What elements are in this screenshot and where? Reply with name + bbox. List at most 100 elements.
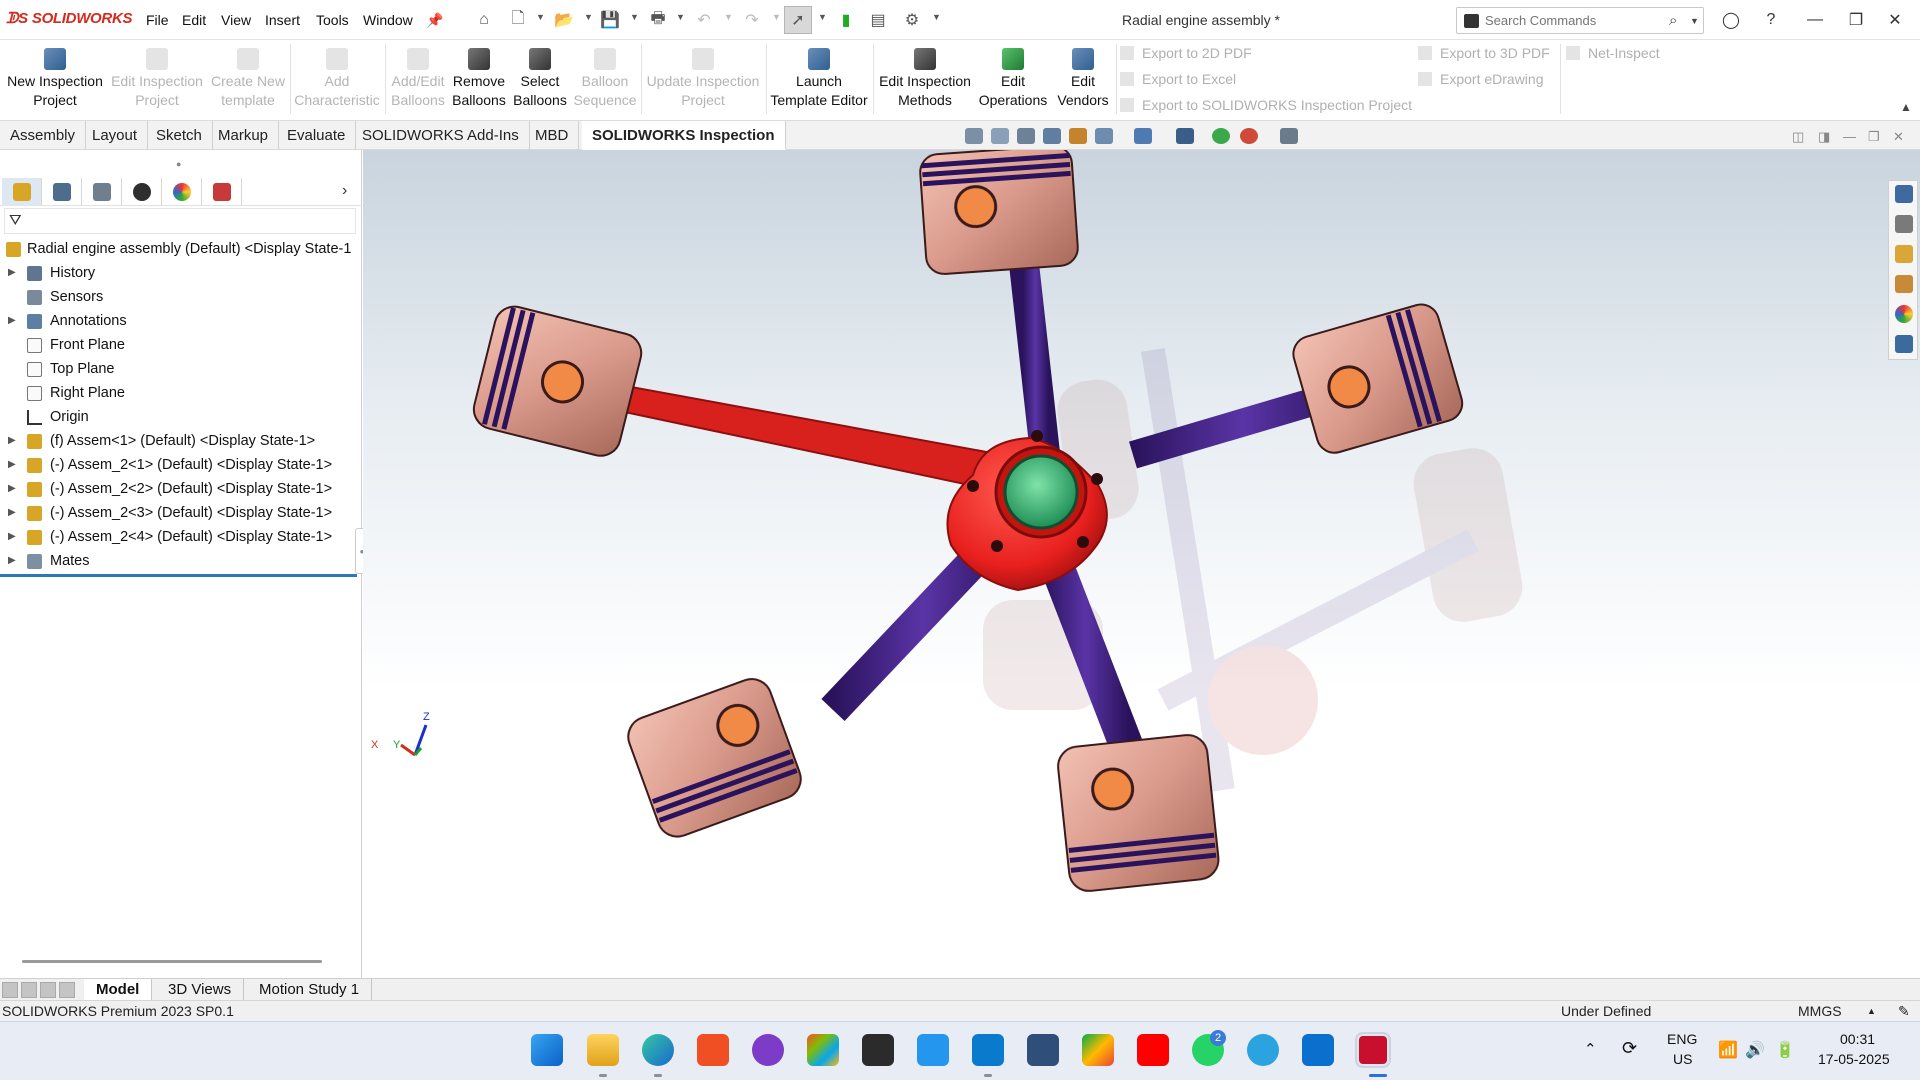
edit-inspection-project-button[interactable]: Edit Inspection Project (110, 44, 204, 110)
previous-view-icon[interactable] (1017, 128, 1035, 144)
expand-arrow-icon[interactable]: ▶ (8, 261, 16, 285)
solidworks-icon[interactable] (1357, 1034, 1389, 1066)
file-explorer-icon[interactable] (1895, 245, 1913, 263)
redo-icon[interactable]: ↷ (740, 8, 764, 32)
expand-arrow-icon[interactable]: ▶ (8, 549, 16, 573)
units-caret-icon[interactable]: ▲ (1867, 1001, 1876, 1022)
vscode-icon[interactable] (972, 1034, 1004, 1066)
select-cursor-icon[interactable]: ➚ (784, 6, 812, 34)
search-input[interactable] (1485, 11, 1665, 30)
expand-arrow-icon[interactable]: ▶ (8, 501, 16, 525)
view-palette-icon[interactable] (1895, 275, 1913, 293)
tree-item-mates[interactable]: ▶ Mates (0, 549, 362, 573)
tab-add-ins[interactable]: SOLIDWORKS Add-Ins (352, 121, 530, 150)
menu-view[interactable]: View (221, 12, 251, 28)
select-balloons-button[interactable]: Select Balloons (512, 44, 568, 110)
chevron-down-icon[interactable]: ▼ (676, 12, 685, 22)
doc-restore-button[interactable]: ❐ (1868, 129, 1880, 145)
tab-model[interactable]: Model (84, 979, 153, 1001)
tab-configuration-manager[interactable] (82, 178, 122, 206)
microsoft-store-icon[interactable] (807, 1034, 839, 1066)
tree-item-assem2-4[interactable]: ▶ (-) Assem_2<4> (Default) <Display Stat… (0, 525, 362, 549)
doc-minimize-button[interactable]: — (1843, 129, 1856, 144)
file-properties-icon[interactable]: ▤ (866, 8, 890, 32)
next-tab-icon[interactable] (40, 982, 56, 998)
apply-scene-icon[interactable] (1240, 128, 1258, 144)
chevron-down-icon[interactable]: ▼ (536, 12, 545, 22)
sync-icon[interactable]: ⟳ (1622, 1038, 1637, 1059)
tab-solidworks-inspection[interactable]: SOLIDWORKS Inspection (582, 121, 786, 150)
tree-item-assem-1[interactable]: ▶ (f) Assem<1> (Default) <Display State-… (0, 429, 362, 453)
home-icon[interactable] (1895, 185, 1913, 203)
first-tab-icon[interactable] (2, 982, 18, 998)
view-settings-icon[interactable] (1280, 128, 1298, 144)
new-inspection-project-button[interactable]: New Inspection Project (4, 44, 106, 110)
expand-arrow-icon[interactable]: ▶ (8, 453, 16, 477)
menu-edit[interactable]: Edit (182, 12, 206, 28)
restore-button[interactable]: ❐ (1841, 8, 1871, 32)
expand-arrow-icon[interactable]: ▶ (8, 477, 16, 501)
balloon-sequence-button[interactable]: Balloon Sequence (572, 44, 638, 110)
menu-tools[interactable]: Tools (316, 12, 349, 28)
solidworks-logo[interactable]: ᗫS SOLIDWORKS (6, 10, 133, 27)
rebuild-status-icon[interactable]: ✎ (1898, 1001, 1910, 1022)
horizontal-scrollbar[interactable] (22, 960, 322, 963)
search-commands-box[interactable]: ⌕ ▼ (1456, 7, 1704, 34)
tab-evaluate[interactable]: Evaluate (277, 121, 357, 150)
chevron-down-icon[interactable]: ▼ (818, 12, 827, 22)
tab-inspection-tree[interactable] (202, 178, 242, 206)
terminal-icon[interactable] (862, 1034, 894, 1066)
add-edit-balloons-button[interactable]: Add/Edit Balloons (388, 44, 448, 110)
chevron-right-icon[interactable]: › (342, 182, 347, 200)
tree-item-front-plane[interactable]: Front Plane (0, 333, 362, 357)
print-icon[interactable]: 🖶 (646, 8, 670, 32)
tree-item-right-plane[interactable]: Right Plane (0, 381, 362, 405)
view-orientation-icon[interactable] (1095, 128, 1113, 144)
tree-item-assem2-2[interactable]: ▶ (-) Assem_2<2> (Default) <Display Stat… (0, 477, 362, 501)
tab-dimxpert-manager[interactable] (122, 178, 162, 206)
edit-vendors-button[interactable]: Edit Vendors (1052, 44, 1114, 110)
undo-icon[interactable]: ↶ (692, 8, 716, 32)
meet-icon[interactable] (1082, 1034, 1114, 1066)
zoom-to-fit-icon[interactable] (965, 128, 983, 144)
menu-window[interactable]: Window (363, 12, 413, 28)
expand-arrow-icon[interactable]: ▶ (8, 429, 16, 453)
tree-item-assem2-1[interactable]: ▶ (-) Assem_2<1> (Default) <Display Stat… (0, 453, 362, 477)
brave-icon[interactable] (697, 1034, 729, 1066)
clock-time[interactable]: 00:31 (1840, 1031, 1875, 1047)
add-characteristic-button[interactable]: Add Characteristic (292, 44, 382, 110)
youtube-icon[interactable] (1137, 1034, 1169, 1066)
menu-insert[interactable]: Insert (265, 12, 300, 28)
language-line2[interactable]: US (1673, 1051, 1692, 1067)
power-automate-icon[interactable] (1302, 1034, 1334, 1066)
file-explorer-icon[interactable] (587, 1034, 619, 1066)
expand-arrow-icon[interactable]: ▶ (8, 525, 16, 549)
dynamic-annotation-icon[interactable] (1069, 128, 1087, 144)
chevron-down-icon[interactable]: ▼ (1690, 16, 1699, 26)
custom-properties-icon[interactable] (1895, 335, 1913, 353)
tab-markup[interactable]: Markup (208, 121, 280, 150)
minimize-button[interactable]: — (1800, 8, 1830, 32)
home-icon[interactable]: ⌂ (472, 8, 496, 32)
update-inspection-project-button[interactable]: Update Inspection Project (644, 44, 762, 110)
net-inspect-button[interactable]: Net-Inspect (1566, 45, 1660, 61)
edit-appearance-icon[interactable] (1212, 128, 1230, 144)
export-edrawing-button[interactable]: Export eDrawing (1418, 71, 1544, 87)
edge-icon[interactable] (642, 1034, 674, 1066)
design-library-icon[interactable] (1895, 215, 1913, 233)
windows-start-icon[interactable] (531, 1034, 563, 1066)
edit-operations-button[interactable]: Edit Operations (976, 44, 1050, 110)
export-excel-button[interactable]: Export to Excel (1120, 71, 1236, 87)
solidworks-tools-icon[interactable] (1027, 1034, 1059, 1066)
close-button[interactable]: ✕ (1880, 8, 1910, 32)
tree-item-top-plane[interactable]: Top Plane (0, 357, 362, 381)
tree-item-history[interactable]: ▶ History (0, 261, 362, 285)
pin-icon[interactable]: 📌 (423, 8, 447, 32)
expand-arrow-icon[interactable]: ▶ (8, 309, 16, 333)
appearances-icon[interactable] (1895, 305, 1913, 323)
panel-handle[interactable]: ● (176, 159, 181, 169)
language-line1[interactable]: ENG (1667, 1031, 1697, 1047)
tree-item-assem2-3[interactable]: ▶ (-) Assem_2<3> (Default) <Display Stat… (0, 501, 362, 525)
export-3d-pdf-button[interactable]: Export to 3D PDF (1418, 45, 1550, 61)
remove-balloons-button[interactable]: Remove Balloons (450, 44, 508, 110)
